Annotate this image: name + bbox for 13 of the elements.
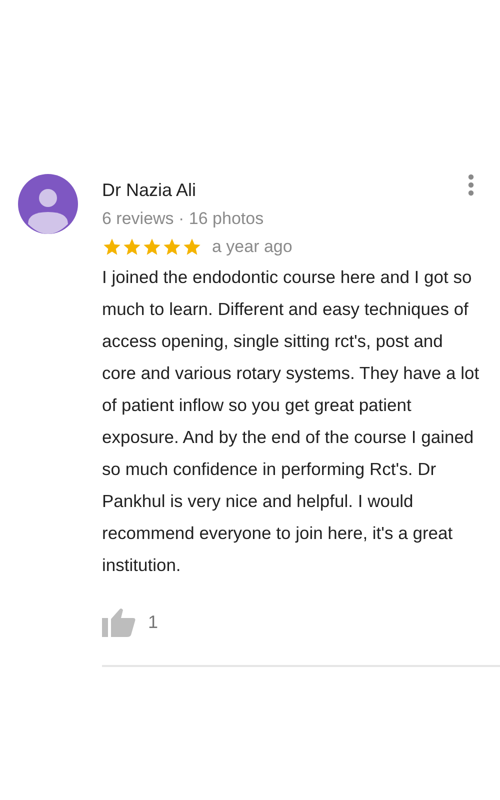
star-icon (142, 237, 162, 257)
star-icon (162, 237, 182, 257)
star-icon (182, 237, 202, 257)
thumbs-up-icon[interactable] (102, 607, 136, 637)
more-options-icon[interactable] (468, 174, 474, 196)
avatar-icon (18, 174, 78, 234)
review-text: I joined the endodontic course here and I got so much to learn. Different and easy techniques of access opening, single sitting rct's, post and core and various rotary systems. They have a lot of patient inflow so you get great patient exposure. And by the end of the course I gained so much confidence in performing Rct's. Dr Pankhul is very nice and helpful. I would recommend everyone to join here, it's a great institution. (102, 266, 480, 577)
reviewer-stats: 6 reviews · 16 photos (102, 209, 265, 229)
review-time: a year ago (212, 237, 292, 257)
author-name: Dr Nazia Ali (102, 180, 196, 201)
like-count: 1 (148, 612, 158, 632)
star-icon (122, 237, 142, 257)
star-icon (102, 237, 122, 257)
